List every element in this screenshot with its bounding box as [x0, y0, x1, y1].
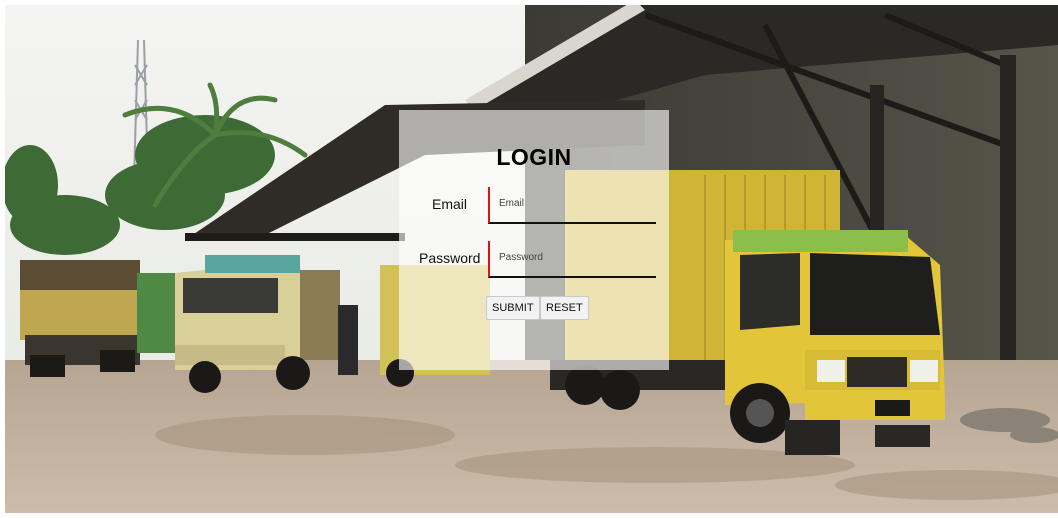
- password-label: Password: [419, 250, 481, 266]
- reset-button[interactable]: RESET: [540, 296, 589, 320]
- login-panel: LOGIN Email Password SUBMIT RESET: [399, 110, 669, 370]
- password-field-wrapper: [488, 241, 656, 278]
- email-label: Email: [432, 196, 468, 212]
- submit-button[interactable]: SUBMIT: [486, 296, 540, 320]
- login-title: LOGIN: [496, 144, 572, 170]
- email-field-wrapper: [488, 187, 656, 224]
- password-field[interactable]: [490, 241, 649, 274]
- email-field[interactable]: [490, 187, 649, 220]
